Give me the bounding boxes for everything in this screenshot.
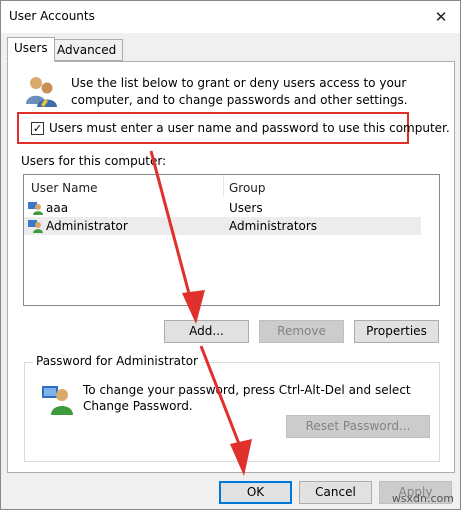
close-button[interactable]: ✕ <box>426 3 456 31</box>
table-row[interactable]: Administrator Administrators <box>24 217 421 235</box>
close-icon: ✕ <box>434 8 448 26</box>
table-row[interactable]: aaa Users <box>24 199 421 217</box>
column-separator[interactable] <box>223 175 224 197</box>
admin-user-icon <box>42 386 73 415</box>
user-accounts-dialog: User Accounts ✕ Users Advanced Use the l… <box>0 0 461 510</box>
user-icon <box>28 202 43 215</box>
users-tab-panel: Use the list below to grant or deny user… <box>7 61 455 473</box>
remove-user-button[interactable]: Remove <box>259 320 344 343</box>
window-title: User Accounts <box>9 9 95 23</box>
properties-button[interactable]: Properties <box>354 320 439 343</box>
require-login-label[interactable]: Users must enter a user name and passwor… <box>49 121 450 135</box>
annotation-highlight-box: ✓ Users must enter a user name and passw… <box>17 112 450 144</box>
password-groupbox-title: Password for Administrator <box>33 354 201 368</box>
require-login-checkbox[interactable]: ✓ <box>31 122 44 135</box>
column-header-group[interactable]: Group <box>229 181 266 195</box>
users-list-label: Users for this computer: <box>21 154 167 168</box>
cancel-button[interactable]: Cancel <box>299 481 372 504</box>
users-description: Use the list below to grant or deny user… <box>71 76 408 107</box>
title-bar: User Accounts ✕ <box>1 1 460 33</box>
watermark: wsxdn.com <box>391 492 454 505</box>
users-listview[interactable]: User Name Group aaa Users Administrator … <box>23 174 440 306</box>
user-group-cell: Administrators <box>229 219 318 233</box>
add-user-button[interactable]: Add... <box>164 320 249 343</box>
column-header-user-name[interactable]: User Name <box>31 181 98 195</box>
user-name-cell: Administrator <box>46 219 128 233</box>
tab-users[interactable]: Users <box>7 37 55 62</box>
ok-button[interactable]: OK <box>219 481 292 504</box>
reset-password-button[interactable]: Reset Password... <box>286 415 430 438</box>
password-instructions: To change your password, press Ctrl-Alt-… <box>83 383 411 413</box>
user-name-cell: aaa <box>46 201 69 215</box>
password-groupbox: Password for Administrator To change you… <box>24 354 440 462</box>
tab-advanced[interactable]: Advanced <box>50 39 124 61</box>
user-group-cell: Users <box>229 201 263 215</box>
user-icon <box>28 220 43 233</box>
users-icon <box>26 77 57 107</box>
